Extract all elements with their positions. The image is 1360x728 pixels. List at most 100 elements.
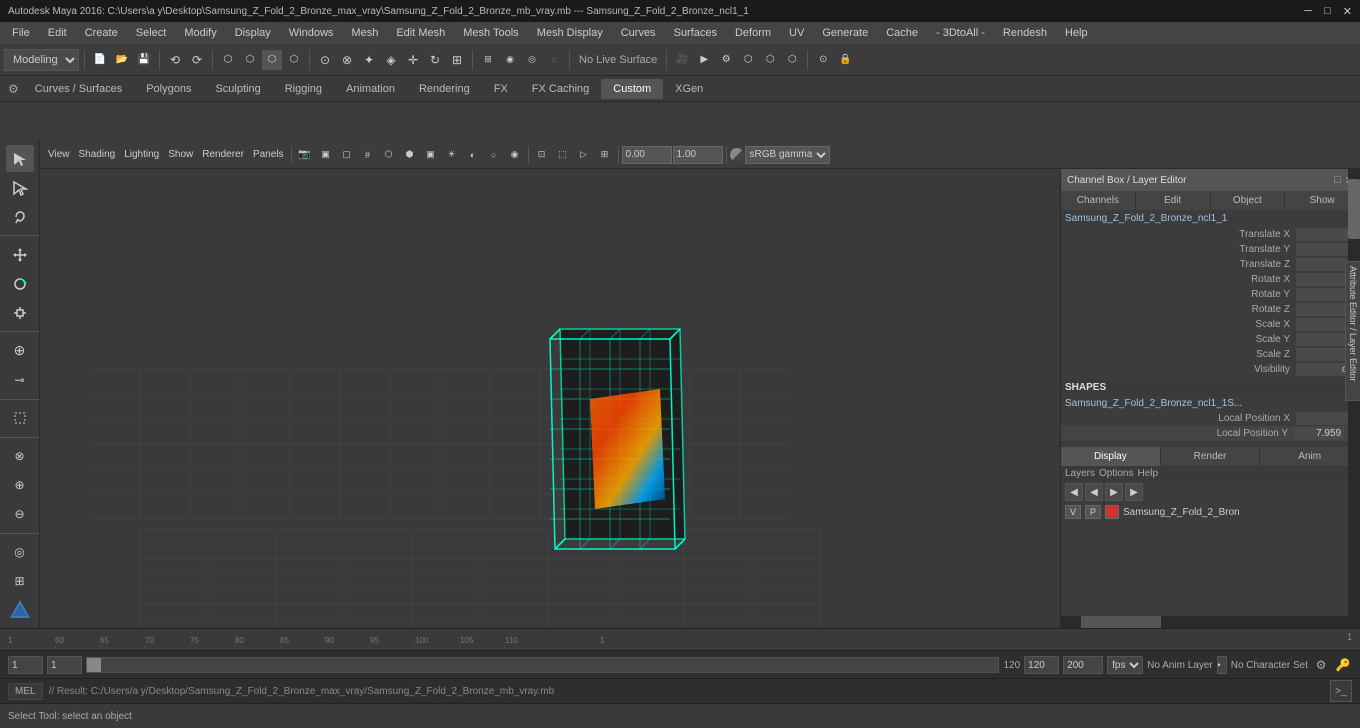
render-opt-icon[interactable]: ⬡ (782, 50, 802, 70)
cb-tab-object[interactable]: Object (1211, 191, 1286, 210)
layer-tab-anim[interactable]: Anim (1260, 447, 1360, 466)
layer-menu-help[interactable]: Help (1137, 468, 1158, 479)
timeline-key-icon[interactable]: 🔑 (1334, 656, 1352, 674)
tab-sculpting[interactable]: Sculpting (203, 79, 272, 99)
select-none-icon[interactable]: ⊖ (6, 501, 34, 528)
attribute-editor-tab[interactable]: Attribute Editor / Layer Editor (1345, 261, 1360, 401)
render-current-icon[interactable]: 🎥 (672, 50, 692, 70)
menu-edit-mesh[interactable]: Edit Mesh (388, 25, 453, 41)
ambient-icon[interactable]: ○ (484, 145, 504, 165)
layer-p-btn[interactable]: P (1085, 505, 1101, 519)
cb-scrollbar-thumb[interactable] (1348, 179, 1360, 239)
sculpt-icon[interactable]: ◈ (381, 50, 401, 70)
paint-select-tool-icon[interactable] (6, 174, 34, 201)
select-by-object-icon[interactable]: ⬡ (262, 50, 282, 70)
lock-icon[interactable]: 🔒 (835, 50, 855, 70)
new-file-icon[interactable]: 📄 (90, 50, 110, 70)
shading-menu[interactable]: Shading (75, 147, 120, 162)
menu-select[interactable]: Select (128, 25, 175, 41)
gamma-input[interactable]: 1.00 (673, 146, 723, 164)
snap-grid-icon[interactable]: ⊞ (478, 50, 498, 70)
mode-selector[interactable]: Modeling (4, 49, 79, 71)
menu-create[interactable]: Create (77, 25, 126, 41)
tab-polygons[interactable]: Polygons (134, 79, 203, 99)
xray-icon[interactable]: ◉ (505, 145, 525, 165)
redo-icon[interactable]: ⟳ (187, 50, 207, 70)
fps-input[interactable] (1063, 656, 1103, 674)
select-by-component-icon[interactable]: ⬡ (218, 50, 238, 70)
gamma-selector[interactable]: sRGB gamma (745, 146, 830, 164)
select-by-uv-icon[interactable]: ⬡ (284, 50, 304, 70)
cb-tab-edit[interactable]: Edit (1136, 191, 1211, 210)
lighting-menu[interactable]: Lighting (120, 147, 163, 162)
layer-left-arrow2[interactable]: ◀ (1085, 483, 1103, 501)
layer-right-arrow2[interactable]: ▶ (1125, 483, 1143, 501)
show-menu[interactable]: Show (164, 147, 197, 162)
script-mode-label[interactable]: MEL (8, 683, 43, 700)
light-icon[interactable]: ☀ (442, 145, 462, 165)
exposure-input[interactable]: 0.00 (622, 146, 672, 164)
select-tool-icon[interactable] (6, 145, 34, 172)
ipr-render-icon[interactable]: ▶ (694, 50, 714, 70)
rotate-tool-icon[interactable] (6, 270, 34, 297)
paint-select-icon[interactable]: ⊗ (337, 50, 357, 70)
frame-end-input[interactable] (1024, 656, 1059, 674)
snap-view-icon[interactable]: ◌ (544, 50, 564, 70)
tab-fx[interactable]: FX (482, 79, 520, 99)
menu-surfaces[interactable]: Surfaces (666, 25, 725, 41)
transform-icon[interactable]: ✦ (359, 50, 379, 70)
camera-icon[interactable]: 📷 (295, 145, 315, 165)
frame-start-input[interactable] (47, 656, 82, 674)
minimize-button[interactable]: ─ (1304, 5, 1312, 18)
timeline-slider[interactable] (86, 657, 999, 673)
save-file-icon[interactable]: 💾 (134, 50, 154, 70)
texture-icon[interactable]: ▣ (421, 145, 441, 165)
current-frame-input[interactable] (8, 656, 43, 674)
close-button[interactable]: ✕ (1343, 5, 1352, 18)
render-view-icon[interactable]: ⬡ (760, 50, 780, 70)
layer-tab-display[interactable]: Display (1061, 447, 1161, 466)
layer-right-arrow[interactable]: ▶ (1105, 483, 1123, 501)
script-editor-icon[interactable]: >_ (1330, 680, 1352, 702)
layer-menu-layers[interactable]: Layers (1065, 468, 1095, 479)
soft-mod-icon[interactable]: ⊸ (6, 366, 34, 393)
menu-file[interactable]: File (4, 25, 38, 41)
bb-icon[interactable]: ⬚ (553, 145, 573, 165)
show-manipulator-icon[interactable]: ⊗ (6, 443, 34, 470)
anim-layer-selector[interactable] (1217, 656, 1227, 674)
shadow-icon[interactable]: ◐ (463, 145, 483, 165)
undo-icon[interactable]: ⟲ (165, 50, 185, 70)
snap-curve-icon[interactable]: ◉ (500, 50, 520, 70)
gear-icon[interactable]: ⚙ (4, 78, 23, 100)
menu-display[interactable]: Display (227, 25, 279, 41)
film-gate-icon[interactable]: ▣ (316, 145, 336, 165)
menu-generate[interactable]: Generate (814, 25, 876, 41)
hide-manipulator-icon[interactable]: ⊕ (6, 472, 34, 499)
menu-mesh-tools[interactable]: Mesh Tools (455, 25, 526, 41)
menu-3dto-all[interactable]: - 3DtoAll - (928, 25, 993, 41)
cb-value-lpy[interactable] (1294, 427, 1344, 440)
snap-to-point-icon[interactable]: ◎ (6, 539, 34, 566)
isolate-icon[interactable]: ⊡ (532, 145, 552, 165)
scale-tool-icon[interactable] (6, 299, 34, 326)
universal-manipulator-icon[interactable]: ⊕ (6, 337, 34, 364)
layer-tab-render[interactable]: Render (1161, 447, 1261, 466)
panels-menu[interactable]: Panels (249, 147, 288, 162)
menu-deform[interactable]: Deform (727, 25, 779, 41)
menu-modify[interactable]: Modify (176, 25, 224, 41)
maximize-button[interactable]: □ (1324, 5, 1331, 18)
select-by-hierarchy-icon[interactable]: ⬡ (240, 50, 260, 70)
smooth-shade-icon[interactable]: ⬢ (400, 145, 420, 165)
tab-rigging[interactable]: Rigging (273, 79, 334, 99)
marquee-select-icon[interactable] (6, 405, 34, 432)
tab-animation[interactable]: Animation (334, 79, 407, 99)
snap-point-icon[interactable]: ◎ (522, 50, 542, 70)
menu-curves[interactable]: Curves (613, 25, 664, 41)
layer-left-arrow[interactable]: ◀ (1065, 483, 1083, 501)
menu-windows[interactable]: Windows (281, 25, 342, 41)
snap-to-grid-icon[interactable]: ⊞ (6, 568, 34, 595)
layer-v-btn[interactable]: V (1065, 505, 1081, 519)
layer-color-swatch[interactable] (1105, 505, 1119, 519)
color-management-icon[interactable] (730, 148, 744, 162)
menu-edit[interactable]: Edit (40, 25, 75, 41)
